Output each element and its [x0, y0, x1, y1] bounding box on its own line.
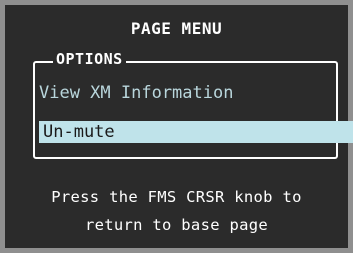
instruction-text: Press the FMS CRSR knob to return to bas…	[5, 183, 348, 239]
page-title: PAGE MENU	[130, 19, 223, 38]
menu-item-view-xm-information[interactable]: View XM Information	[39, 83, 233, 103]
display-bezel: PAGE MENU OPTIONS View XM Information Un…	[0, 0, 353, 253]
page-menu-screen: PAGE MENU OPTIONS View XM Information Un…	[5, 5, 353, 248]
menu-item-un-mute[interactable]: Un-mute	[39, 121, 353, 143]
options-group-label: OPTIONS	[53, 50, 126, 68]
instruction-line-1: Press the FMS CRSR knob to	[51, 188, 302, 206]
options-group: OPTIONS	[33, 50, 338, 159]
instruction-line-2: return to base page	[84, 216, 268, 234]
